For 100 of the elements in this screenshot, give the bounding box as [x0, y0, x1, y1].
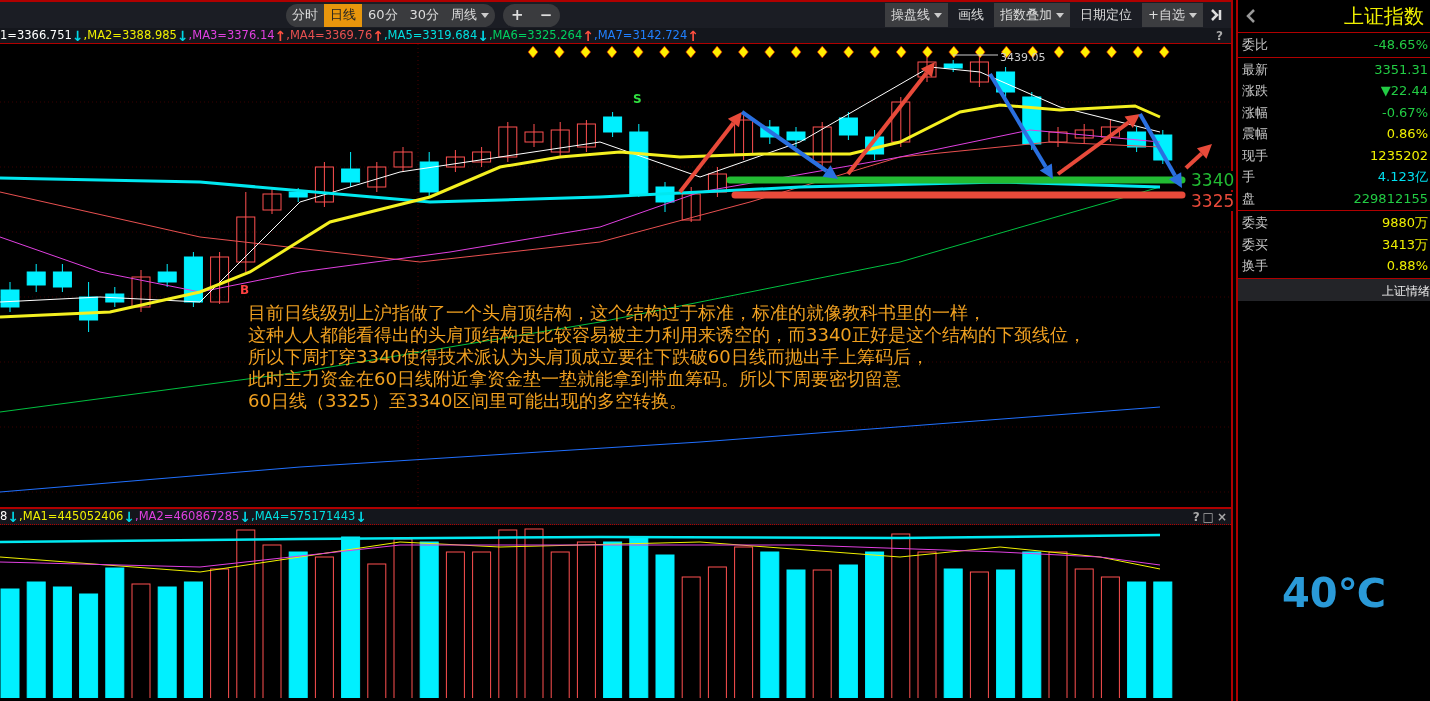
toolbar-button[interactable]: 画线 — [952, 3, 991, 27]
candlestick — [865, 129, 885, 161]
toolbar-button[interactable]: 指数叠加 — [994, 3, 1071, 27]
trend-arrow: ↓ — [176, 28, 189, 43]
period-tab[interactable]: 60分 — [362, 3, 404, 27]
window-control-button[interactable]: ? — [1192, 507, 1200, 526]
caret-icon — [1189, 12, 1197, 18]
trend-arrow: ↓ — [477, 28, 489, 43]
trend-arrow: ↑ — [372, 28, 384, 43]
candlestick — [472, 146, 492, 168]
candlestick — [786, 126, 806, 148]
ma-value-label: ,MA4=3369.76 — [286, 26, 373, 44]
candlestick — [210, 251, 230, 305]
ma-value-label: ,MA2=3388.985 — [83, 26, 177, 44]
trend-arrow: ↑ — [582, 28, 594, 43]
candlestick — [576, 119, 596, 153]
ma-value-label: 1=3366.751 — [0, 26, 72, 44]
high-price-label: 3439.05 — [1000, 50, 1046, 66]
candlestick — [969, 56, 989, 88]
candlestick — [498, 121, 518, 163]
candlestick — [0, 281, 20, 313]
candlestick — [1153, 129, 1173, 165]
candlestick — [524, 123, 544, 148]
ma-value-label: ,MA7=3142.724 — [594, 26, 688, 44]
candlestick — [419, 151, 439, 198]
candlestick — [157, 263, 177, 288]
candlestick — [838, 111, 858, 141]
quote-field-label: 震幅 — [1242, 125, 1268, 143]
candlestick — [52, 263, 72, 293]
temperature-reading: 40℃ — [1280, 569, 1388, 618]
quote-field-value: 0.88% — [1386, 257, 1428, 275]
ma-value-label: ,MA1=445052406 — [19, 507, 124, 525]
candlestick — [891, 96, 911, 148]
window-control-button[interactable]: × — [1216, 507, 1227, 526]
collapse-icon[interactable] — [1211, 9, 1223, 21]
quote-field-value: 0.86% — [1386, 125, 1428, 143]
toolbar-button[interactable]: 操盘线 — [885, 3, 949, 27]
trend-arrow: ↑ — [274, 28, 287, 43]
quote-field-value: 9880万 — [1381, 214, 1428, 232]
quote-field-value: 3413万 — [1381, 235, 1428, 254]
candlestick — [314, 161, 334, 208]
candlestick — [105, 286, 125, 308]
price-level-label: 3325 — [1190, 192, 1236, 211]
quote-field-label: 盘 — [1242, 189, 1255, 208]
candlestick — [79, 281, 99, 333]
candlestick — [393, 146, 413, 173]
caret-icon — [934, 12, 943, 18]
candlestick — [603, 111, 623, 138]
ma-value-label: 8 — [0, 507, 8, 525]
caret-icon — [1056, 12, 1065, 18]
price-level-label: 3340 — [1190, 171, 1236, 190]
trend-arrow: ↓ — [123, 509, 136, 524]
candlestick — [655, 181, 675, 213]
trend-arrow: ↓ — [355, 509, 367, 524]
candlestick — [1100, 119, 1120, 143]
quote-field-label: 委买 — [1242, 235, 1268, 254]
period-tab[interactable]: 周线 — [445, 3, 496, 27]
quote-field-label: 手 — [1242, 168, 1255, 186]
candlestick — [917, 56, 937, 83]
period-tab[interactable]: 分时 — [286, 3, 324, 27]
candlestick — [367, 161, 387, 193]
toolbar-button[interactable]: 日期定位 — [1074, 3, 1139, 27]
ma-value-label: ,MA5=3319.684 — [383, 26, 478, 44]
candlestick — [131, 269, 151, 313]
trend-arrow — [1184, 144, 1212, 170]
trend-arrow: ↑ — [687, 28, 699, 43]
signal-marker: S — [633, 91, 642, 108]
candlestick — [734, 113, 754, 161]
candlestick — [288, 187, 308, 203]
zoom-button[interactable]: − — [531, 3, 561, 27]
ma-value-label: ,MA4=575171443 — [251, 507, 356, 525]
quote-field-value: -0.67% — [1382, 103, 1428, 122]
candlestick — [1074, 123, 1094, 145]
candlestick — [760, 119, 780, 145]
period-tab[interactable]: 日线 — [324, 3, 362, 27]
candlestick — [1048, 126, 1068, 148]
back-icon[interactable] — [1246, 8, 1256, 24]
quote-field-value: 229812155 — [1353, 189, 1428, 208]
ma-value-label: ,MA6=3325.264 — [488, 26, 583, 44]
quote-field-label: 委比 — [1242, 36, 1268, 54]
quote-field-value: 4.123亿 — [1377, 168, 1428, 186]
trend-arrow: ↓ — [7, 509, 20, 524]
trend-arrow: ↓ — [239, 509, 252, 524]
quote-field-value: -48.65% — [1373, 36, 1428, 54]
candlestick — [812, 121, 832, 168]
sentiment-tab[interactable]: 上证情绪 — [1238, 278, 1430, 301]
toolbar-button[interactable]: +自选 — [1142, 3, 1203, 27]
help-button[interactable]: ? — [1216, 26, 1223, 45]
candlestick — [996, 66, 1016, 98]
quote-field-label: 最新 — [1242, 60, 1268, 79]
quote-field-label: 换手 — [1242, 257, 1268, 275]
quote-field-value: 1235202 — [1370, 146, 1428, 165]
candlestick — [681, 186, 701, 223]
period-tab[interactable]: 30分 — [403, 3, 446, 27]
candlestick — [943, 59, 963, 73]
window-control-button[interactable]: □ — [1202, 507, 1214, 526]
quote-field-label: 委卖 — [1242, 214, 1268, 232]
ma-value-label: ,MA2=460867285 — [135, 507, 240, 525]
candlestick — [1127, 126, 1147, 153]
zoom-button[interactable]: + — [503, 3, 532, 27]
